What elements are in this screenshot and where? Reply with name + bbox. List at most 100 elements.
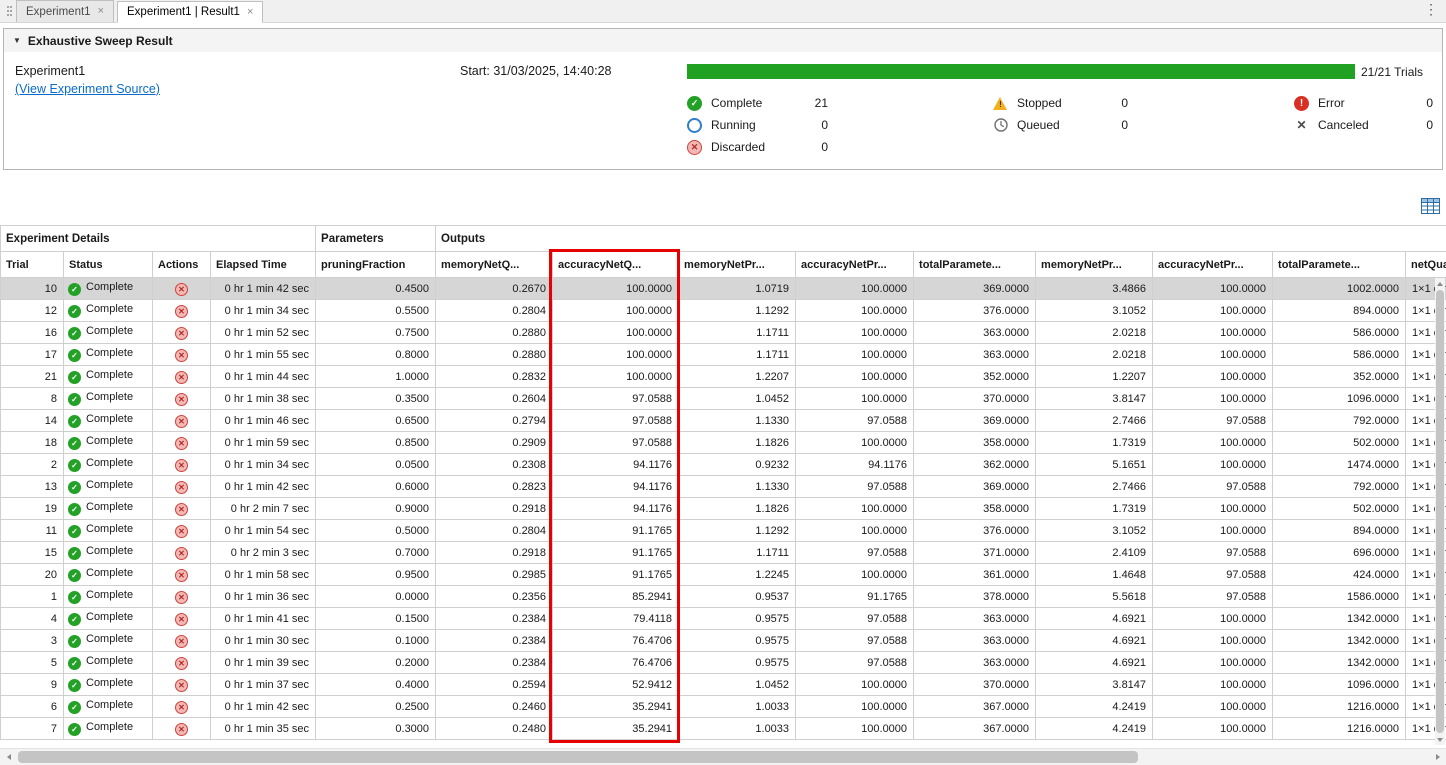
trial-row-10[interactable]: 10✓Complete✕0 hr 1 min 42 sec0.45000.267… <box>1 278 1446 300</box>
discard-trial-button[interactable]: ✕ <box>175 481 188 494</box>
value-cell: 1.2245 <box>679 564 796 586</box>
column-header-accuracynetpr[interactable]: accuracyNetPr... <box>796 252 914 278</box>
discard-trial-button[interactable]: ✕ <box>175 591 188 604</box>
discard-trial-button[interactable]: ✕ <box>175 569 188 582</box>
overflow-menu-icon[interactable]: ⋮ <box>1416 1 1446 22</box>
close-icon[interactable]: × <box>98 6 104 17</box>
scroll-down-arrow[interactable] <box>1435 734 1445 745</box>
discard-trial-button[interactable]: ✕ <box>175 415 188 428</box>
discard-trial-button[interactable]: ✕ <box>175 437 188 450</box>
value-cell: 91.1765 <box>553 542 679 564</box>
discard-trial-button[interactable]: ✕ <box>175 283 188 296</box>
discard-trial-button[interactable]: ✕ <box>175 525 188 538</box>
trial-row-11[interactable]: 11✓Complete✕0 hr 1 min 54 sec0.50000.280… <box>1 520 1446 542</box>
column-header-trial[interactable]: Trial <box>1 252 64 278</box>
trial-row-12[interactable]: 12✓Complete✕0 hr 1 min 34 sec0.55000.280… <box>1 300 1446 322</box>
trial-row-9[interactable]: 9✓Complete✕0 hr 1 min 37 sec0.40000.2594… <box>1 674 1446 696</box>
trial-row-16[interactable]: 16✓Complete✕0 hr 1 min 52 sec0.75000.288… <box>1 322 1446 344</box>
export-table-button[interactable] <box>1417 194 1443 218</box>
value-cell: 3.8147 <box>1036 674 1153 696</box>
tab-experiment1[interactable]: Experiment1 × <box>16 0 114 22</box>
column-header-accuracynetpr[interactable]: accuracyNetPr... <box>1153 252 1273 278</box>
trial-row-8[interactable]: 8✓Complete✕0 hr 1 min 38 sec0.35000.2604… <box>1 388 1446 410</box>
discard-trial-button[interactable]: ✕ <box>175 679 188 692</box>
value-cell: 0.2604 <box>436 388 553 410</box>
tab-experiment1-result1[interactable]: Experiment1 | Result1 × <box>117 1 263 23</box>
tab-grip-icon[interactable] <box>0 0 16 22</box>
column-header-totalparamete[interactable]: totalParamete... <box>914 252 1036 278</box>
status-label: Complete <box>86 567 133 579</box>
trial-number: 11 <box>1 520 64 542</box>
trial-row-14[interactable]: 14✓Complete✕0 hr 1 min 46 sec0.65000.279… <box>1 410 1446 432</box>
trial-row-13[interactable]: 13✓Complete✕0 hr 1 min 42 sec0.60000.282… <box>1 476 1446 498</box>
scroll-up-arrow[interactable] <box>1435 278 1445 289</box>
actions-cell: ✕ <box>153 520 211 542</box>
value-cell: 100.0000 <box>1153 608 1273 630</box>
counter-count: 21 <box>815 96 828 110</box>
discard-trial-button[interactable]: ✕ <box>175 547 188 560</box>
value-cell: 100.0000 <box>796 300 914 322</box>
column-header-memorynetpr[interactable]: memoryNetPr... <box>1036 252 1153 278</box>
document-tabbar: Experiment1 × Experiment1 | Result1 × ⋮ <box>0 0 1446 23</box>
column-header-totalparamete[interactable]: totalParamete... <box>1273 252 1406 278</box>
discard-trial-button[interactable]: ✕ <box>175 327 188 340</box>
column-header-accuracynetq[interactable]: accuracyNetQ... <box>553 252 679 278</box>
scroll-right-arrow[interactable] <box>1429 749 1446 765</box>
discard-trial-button[interactable]: ✕ <box>175 349 188 362</box>
discard-trial-button[interactable]: ✕ <box>175 503 188 516</box>
horizontal-scrollbar[interactable] <box>0 748 1446 765</box>
trial-row-6[interactable]: 6✓Complete✕0 hr 1 min 42 sec0.25000.2460… <box>1 696 1446 718</box>
discard-trial-button[interactable]: ✕ <box>175 701 188 714</box>
trial-row-21[interactable]: 21✓Complete✕0 hr 1 min 44 sec1.00000.283… <box>1 366 1446 388</box>
value-cell: 94.1176 <box>796 454 914 476</box>
column-header-elapsed-time[interactable]: Elapsed Time <box>211 252 316 278</box>
trial-row-18[interactable]: 18✓Complete✕0 hr 1 min 59 sec0.85000.290… <box>1 432 1446 454</box>
discard-trial-button[interactable]: ✕ <box>175 613 188 626</box>
close-icon[interactable]: × <box>247 7 253 18</box>
column-header-memorynetq[interactable]: memoryNetQ... <box>436 252 553 278</box>
status-cell: ✓Complete <box>64 432 153 454</box>
trial-row-20[interactable]: 20✓Complete✕0 hr 1 min 58 sec0.95000.298… <box>1 564 1446 586</box>
trial-row-7[interactable]: 7✓Complete✕0 hr 1 min 35 sec0.30000.2480… <box>1 718 1446 740</box>
elapsed-time: 0 hr 1 min 52 sec <box>211 322 316 344</box>
column-header-actions[interactable]: Actions <box>153 252 211 278</box>
discard-trial-button[interactable]: ✕ <box>175 459 188 472</box>
value-cell: 1.2207 <box>679 366 796 388</box>
collapse-caret-icon[interactable]: ▼ <box>13 36 21 45</box>
trial-row-4[interactable]: 4✓Complete✕0 hr 1 min 41 sec0.15000.2384… <box>1 608 1446 630</box>
scroll-left-arrow[interactable] <box>0 749 17 765</box>
value-cell: 100.0000 <box>1153 300 1273 322</box>
column-header-memorynetpr[interactable]: memoryNetPr... <box>679 252 796 278</box>
trial-row-5[interactable]: 5✓Complete✕0 hr 1 min 39 sec0.20000.2384… <box>1 652 1446 674</box>
complete-icon: ✓ <box>68 591 81 604</box>
view-experiment-source-link[interactable]: (View Experiment Source) <box>15 82 160 96</box>
discard-trial-button[interactable]: ✕ <box>175 371 188 384</box>
trial-row-19[interactable]: 19✓Complete✕0 hr 2 min 7 sec0.90000.2918… <box>1 498 1446 520</box>
vertical-scroll-thumb[interactable] <box>1436 290 1444 733</box>
discard-trial-button[interactable]: ✕ <box>175 657 188 670</box>
discard-trial-button[interactable]: ✕ <box>175 393 188 406</box>
trial-row-2[interactable]: 2✓Complete✕0 hr 1 min 34 sec0.05000.2308… <box>1 454 1446 476</box>
trial-row-3[interactable]: 3✓Complete✕0 hr 1 min 30 sec0.10000.2384… <box>1 630 1446 652</box>
trial-number: 15 <box>1 542 64 564</box>
status-cell: ✓Complete <box>64 696 153 718</box>
value-cell: 100.0000 <box>553 322 679 344</box>
column-header-pruningfraction[interactable]: pruningFraction <box>316 252 436 278</box>
value-cell: 1.0452 <box>679 388 796 410</box>
discard-trial-button[interactable]: ✕ <box>175 723 188 736</box>
counter-label: Queued <box>1017 118 1121 132</box>
discard-trial-button[interactable]: ✕ <box>175 635 188 648</box>
vertical-scrollbar[interactable] <box>1435 278 1445 745</box>
trial-row-1[interactable]: 1✓Complete✕0 hr 1 min 36 sec0.00000.2356… <box>1 586 1446 608</box>
trial-row-17[interactable]: 17✓Complete✕0 hr 1 min 55 sec0.80000.288… <box>1 344 1446 366</box>
horizontal-scroll-thumb[interactable] <box>18 751 1138 763</box>
value-cell: 97.0588 <box>1153 476 1273 498</box>
trial-row-15[interactable]: 15✓Complete✕0 hr 2 min 3 sec0.70000.2918… <box>1 542 1446 564</box>
column-header-netqua[interactable]: netQua... <box>1406 252 1446 278</box>
panel-header[interactable]: ▼ Exhaustive Sweep Result <box>4 29 1442 52</box>
counter-error: ! Error 0 <box>1294 95 1433 111</box>
column-header-status[interactable]: Status <box>64 252 153 278</box>
trial-number: 13 <box>1 476 64 498</box>
discard-trial-button[interactable]: ✕ <box>175 305 188 318</box>
value-cell: 363.0000 <box>914 344 1036 366</box>
